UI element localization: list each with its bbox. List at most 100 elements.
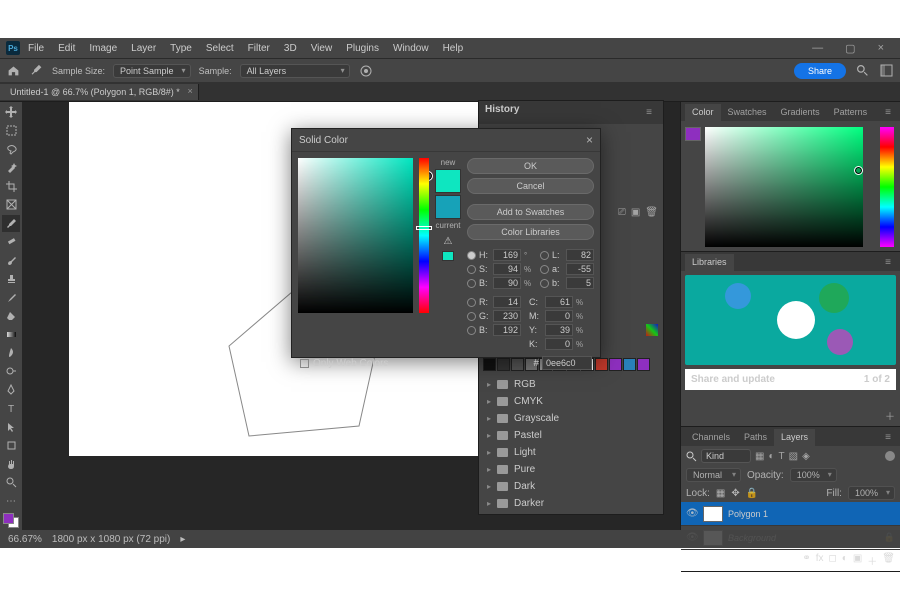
marquee-tool[interactable] [2,123,20,140]
h-input[interactable] [493,249,521,261]
swatch-folder[interactable]: ▸Pastel [479,427,663,444]
history-brush-tool[interactable] [2,289,20,306]
color-swatches[interactable] [3,513,19,528]
adjustment-layer-icon[interactable]: ◐ [842,553,848,568]
radio-g[interactable] [467,312,476,321]
menu-view[interactable]: View [305,41,339,56]
libraries-banner[interactable] [685,275,896,365]
close-icon[interactable]: × [586,133,593,147]
menu-3d[interactable]: 3D [278,41,303,56]
websafe-swatch[interactable] [442,251,454,261]
type-tool[interactable]: T [2,400,20,417]
panel-menu-icon[interactable]: ≡ [880,254,896,271]
new-layer-icon[interactable]: ＋ [867,553,877,568]
zoom-tool[interactable] [2,474,20,491]
status-chevron-icon[interactable]: ▸ [180,534,185,545]
heal-tool[interactable] [2,234,20,251]
filter-type-icon[interactable]: T [779,451,785,462]
layer-kind-dropdown[interactable] [701,449,751,463]
filter-toggle[interactable] [885,451,895,461]
swatch-item[interactable] [609,358,622,371]
color-field[interactable] [298,158,413,313]
lasso-tool[interactable] [2,141,20,158]
radio-l[interactable] [540,251,549,260]
visibility-icon[interactable]: 👁 [686,508,698,519]
menu-image[interactable]: Image [83,41,123,56]
eyedropper-tool-icon[interactable] [28,63,44,79]
foreground-color-swatch[interactable] [3,513,14,524]
b-lab-input[interactable] [566,277,594,289]
fill-dropdown[interactable]: 100% [848,486,895,500]
new-snapshot-icon[interactable]: ▣ [631,207,640,218]
swatch-folder[interactable]: ▸RGB [479,376,663,393]
b-rgb-input[interactable] [493,324,521,336]
tab-gradients[interactable]: Gradients [774,104,827,121]
layer-name[interactable]: Polygon 1 [728,509,768,519]
radio-s[interactable] [467,265,476,274]
tab-channels[interactable]: Channels [685,429,737,446]
color-mode-icon[interactable] [646,324,658,336]
tab-patterns[interactable]: Patterns [827,104,875,121]
delete-layer-icon[interactable]: 🗑 [882,553,895,568]
sample-ring-icon[interactable] [358,63,374,79]
move-tool[interactable] [2,104,20,121]
pen-tool[interactable] [2,382,20,399]
color-field[interactable] [705,127,863,247]
toolbar-more[interactable]: ⋯ [2,493,20,510]
menu-filter[interactable]: Filter [242,41,276,56]
tab-paths[interactable]: Paths [737,429,774,446]
window-minimize-icon[interactable]: — [806,40,829,57]
c-input[interactable] [545,296,573,308]
path-select-tool[interactable] [2,419,20,436]
lock-all-icon[interactable]: 🔒 [746,488,758,499]
panel-menu-icon[interactable]: ≡ [880,429,896,446]
home-icon[interactable] [6,64,20,78]
k-input[interactable] [545,338,573,350]
hand-tool[interactable] [2,456,20,473]
camera-icon[interactable]: ⎚ [618,207,626,218]
window-maximize-icon[interactable]: ▢ [839,40,861,57]
window-close-icon[interactable]: × [872,40,890,57]
filter-adjust-icon[interactable]: ◐ [768,451,774,462]
r-input[interactable] [493,296,521,308]
document-tab[interactable]: Untitled-1 @ 66.7% (Polygon 1, RGB/8#) * [0,84,199,100]
hex-input[interactable] [542,356,592,370]
menu-edit[interactable]: Edit [52,41,81,56]
delete-icon[interactable]: 🗑 [645,207,658,218]
m-input[interactable] [545,310,573,322]
opacity-dropdown[interactable]: 100% [790,468,837,482]
sample-size-dropdown[interactable]: Point Sample [113,64,191,78]
eraser-tool[interactable] [2,308,20,325]
tab-layers[interactable]: Layers [774,429,815,446]
crop-tool[interactable] [2,178,20,195]
share-button[interactable]: Share [794,63,846,79]
layer-mask-icon[interactable]: ◻ [828,553,836,568]
radio-bl[interactable] [467,326,476,335]
radio-a[interactable] [540,265,549,274]
shape-tool[interactable] [2,437,20,454]
color-field-cursor[interactable] [855,167,862,174]
s-input[interactable] [493,263,521,275]
radio-h[interactable] [467,251,476,260]
panel-menu-icon[interactable]: ≡ [641,104,657,121]
tab-libraries[interactable]: Libraries [685,254,734,271]
blend-mode-dropdown[interactable]: Normal [686,468,741,482]
zoom-level[interactable]: 66.67% [8,534,42,545]
a-input[interactable] [566,263,594,275]
cancel-button[interactable]: Cancel [467,178,594,194]
filter-smart-icon[interactable]: ◈ [802,451,810,462]
swatch-item[interactable] [623,358,636,371]
b-hsb-input[interactable] [493,277,521,289]
color-libraries-button[interactable]: Color Libraries [467,224,594,240]
wand-tool[interactable] [2,160,20,177]
lock-position-icon[interactable]: ✥ [731,488,739,499]
menu-select[interactable]: Select [200,41,240,56]
eyedropper-tool[interactable] [2,215,20,232]
sample-dropdown[interactable]: All Layers [240,64,350,78]
tab-swatches[interactable]: Swatches [721,104,774,121]
gradient-tool[interactable] [2,326,20,343]
blur-tool[interactable] [2,345,20,362]
swatch-item[interactable] [637,358,650,371]
search-icon[interactable] [854,63,870,79]
add-to-swatches-button[interactable]: Add to Swatches [467,204,594,220]
